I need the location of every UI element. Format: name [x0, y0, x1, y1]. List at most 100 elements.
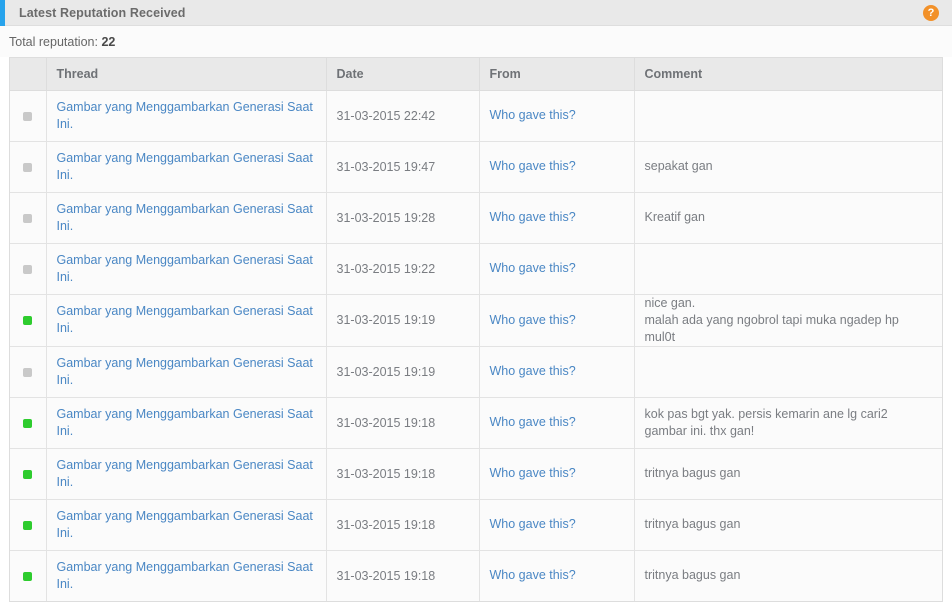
from-cell: Who gave this?: [479, 397, 635, 449]
comment-cell: [634, 243, 942, 295]
from-cell: Who gave this?: [479, 346, 635, 398]
panel-title: Latest Reputation Received: [19, 5, 186, 20]
date-cell: 31-03-2015 19:47: [326, 141, 480, 193]
thread-link[interactable]: Gambar yang Menggambarkan Generasi Saat …: [57, 559, 316, 593]
reputation-status-cell: [10, 448, 47, 500]
from-cell: Who gave this?: [479, 141, 635, 193]
who-gave-this-link[interactable]: Who gave this?: [490, 312, 576, 329]
who-gave-this-link[interactable]: Who gave this?: [490, 516, 576, 533]
column-header-from[interactable]: From: [479, 58, 635, 91]
thread-cell: Gambar yang Menggambarkan Generasi Saat …: [46, 141, 327, 193]
column-header-date[interactable]: Date: [326, 58, 480, 91]
who-gave-this-link[interactable]: Who gave this?: [490, 260, 576, 277]
date-cell: 31-03-2015 19:18: [326, 448, 480, 500]
thread-cell: Gambar yang Menggambarkan Generasi Saat …: [46, 448, 327, 500]
neutral-reputation-icon: [23, 264, 33, 274]
thread-link[interactable]: Gambar yang Menggambarkan Generasi Saat …: [57, 201, 316, 235]
reputation-table: Thread Date From Comment Gambar yang Men…: [10, 58, 942, 602]
who-gave-this-link[interactable]: Who gave this?: [490, 414, 576, 431]
table-body: Gambar yang Menggambarkan Generasi Saat …: [10, 90, 942, 602]
column-header-comment[interactable]: Comment: [634, 58, 942, 91]
table-head: Thread Date From Comment: [10, 58, 942, 91]
reputation-status-cell: [10, 90, 47, 142]
thread-link[interactable]: Gambar yang Menggambarkan Generasi Saat …: [57, 99, 316, 133]
panel-header: Latest Reputation Received ?: [0, 0, 952, 26]
thread-cell: Gambar yang Menggambarkan Generasi Saat …: [46, 346, 327, 398]
date-cell: 31-03-2015 19:22: [326, 243, 480, 295]
comment-cell: kok pas bgt yak. persis kemarin ane lg c…: [634, 397, 942, 449]
positive-reputation-icon: [23, 469, 33, 479]
comment-cell: tritnya bagus gan: [634, 499, 942, 551]
column-header-thread[interactable]: Thread: [46, 58, 327, 91]
table-header-row: Thread Date From Comment: [10, 58, 942, 91]
who-gave-this-link[interactable]: Who gave this?: [490, 209, 576, 226]
table-row: Gambar yang Menggambarkan Generasi Saat …: [10, 294, 942, 347]
reputation-status-cell: [10, 550, 47, 602]
thread-cell: Gambar yang Menggambarkan Generasi Saat …: [46, 294, 327, 347]
table-row: Gambar yang Menggambarkan Generasi Saat …: [10, 141, 942, 193]
reputation-status-cell: [10, 397, 47, 449]
thread-cell: Gambar yang Menggambarkan Generasi Saat …: [46, 192, 327, 244]
thread-cell: Gambar yang Menggambarkan Generasi Saat …: [46, 550, 327, 602]
thread-link[interactable]: Gambar yang Menggambarkan Generasi Saat …: [57, 252, 316, 286]
who-gave-this-link[interactable]: Who gave this?: [490, 107, 576, 124]
thread-cell: Gambar yang Menggambarkan Generasi Saat …: [46, 90, 327, 142]
thread-link[interactable]: Gambar yang Menggambarkan Generasi Saat …: [57, 406, 316, 440]
who-gave-this-link[interactable]: Who gave this?: [490, 158, 576, 175]
comment-cell: Kreatif gan: [634, 192, 942, 244]
help-icon[interactable]: ?: [923, 5, 939, 21]
table-row: Gambar yang Menggambarkan Generasi Saat …: [10, 499, 942, 551]
table-row: Gambar yang Menggambarkan Generasi Saat …: [10, 243, 942, 295]
reputation-status-cell: [10, 243, 47, 295]
reputation-page: Latest Reputation Received ? Total reput…: [0, 0, 952, 609]
thread-link[interactable]: Gambar yang Menggambarkan Generasi Saat …: [57, 457, 316, 491]
comment-cell: sepakat gan: [634, 141, 942, 193]
table-row: Gambar yang Menggambarkan Generasi Saat …: [10, 346, 942, 398]
from-cell: Who gave this?: [479, 90, 635, 142]
comment-cell: [634, 346, 942, 398]
positive-reputation-icon: [23, 520, 33, 530]
thread-cell: Gambar yang Menggambarkan Generasi Saat …: [46, 243, 327, 295]
table-row: Gambar yang Menggambarkan Generasi Saat …: [10, 550, 942, 602]
neutral-reputation-icon: [23, 111, 33, 121]
reputation-status-cell: [10, 192, 47, 244]
from-cell: Who gave this?: [479, 243, 635, 295]
comment-cell: tritnya bagus gan: [634, 448, 942, 500]
date-cell: 31-03-2015 19:18: [326, 397, 480, 449]
who-gave-this-link[interactable]: Who gave this?: [490, 465, 576, 482]
table-row: Gambar yang Menggambarkan Generasi Saat …: [10, 448, 942, 500]
column-header-status[interactable]: [10, 58, 47, 91]
thread-link[interactable]: Gambar yang Menggambarkan Generasi Saat …: [57, 303, 316, 337]
comment-cell: tritnya bagus gan: [634, 550, 942, 602]
thread-link[interactable]: Gambar yang Menggambarkan Generasi Saat …: [57, 150, 316, 184]
table-row: Gambar yang Menggambarkan Generasi Saat …: [10, 397, 942, 449]
neutral-reputation-icon: [23, 162, 33, 172]
from-cell: Who gave this?: [479, 550, 635, 602]
date-cell: 31-03-2015 19:18: [326, 499, 480, 551]
date-cell: 31-03-2015 22:42: [326, 90, 480, 142]
thread-link[interactable]: Gambar yang Menggambarkan Generasi Saat …: [57, 355, 316, 389]
positive-reputation-icon: [23, 418, 33, 428]
from-cell: Who gave this?: [479, 294, 635, 347]
from-cell: Who gave this?: [479, 499, 635, 551]
total-reputation-value: 22: [101, 35, 116, 49]
comment-cell: [634, 90, 942, 142]
date-cell: 31-03-2015 19:19: [326, 294, 480, 347]
date-cell: 31-03-2015 19:19: [326, 346, 480, 398]
thread-cell: Gambar yang Menggambarkan Generasi Saat …: [46, 499, 327, 551]
who-gave-this-link[interactable]: Who gave this?: [490, 567, 576, 584]
neutral-reputation-icon: [23, 213, 33, 223]
table-row: Gambar yang Menggambarkan Generasi Saat …: [10, 192, 942, 244]
reputation-status-cell: [10, 499, 47, 551]
reputation-table-wrapper: Thread Date From Comment Gambar yang Men…: [9, 57, 943, 602]
from-cell: Who gave this?: [479, 192, 635, 244]
reputation-status-cell: [10, 141, 47, 193]
date-cell: 31-03-2015 19:28: [326, 192, 480, 244]
thread-link[interactable]: Gambar yang Menggambarkan Generasi Saat …: [57, 508, 316, 542]
positive-reputation-icon: [23, 316, 33, 326]
reputation-status-cell: [10, 346, 47, 398]
who-gave-this-link[interactable]: Who gave this?: [490, 363, 576, 380]
thread-cell: Gambar yang Menggambarkan Generasi Saat …: [46, 397, 327, 449]
from-cell: Who gave this?: [479, 448, 635, 500]
total-reputation: Total reputation: 22: [0, 26, 952, 57]
